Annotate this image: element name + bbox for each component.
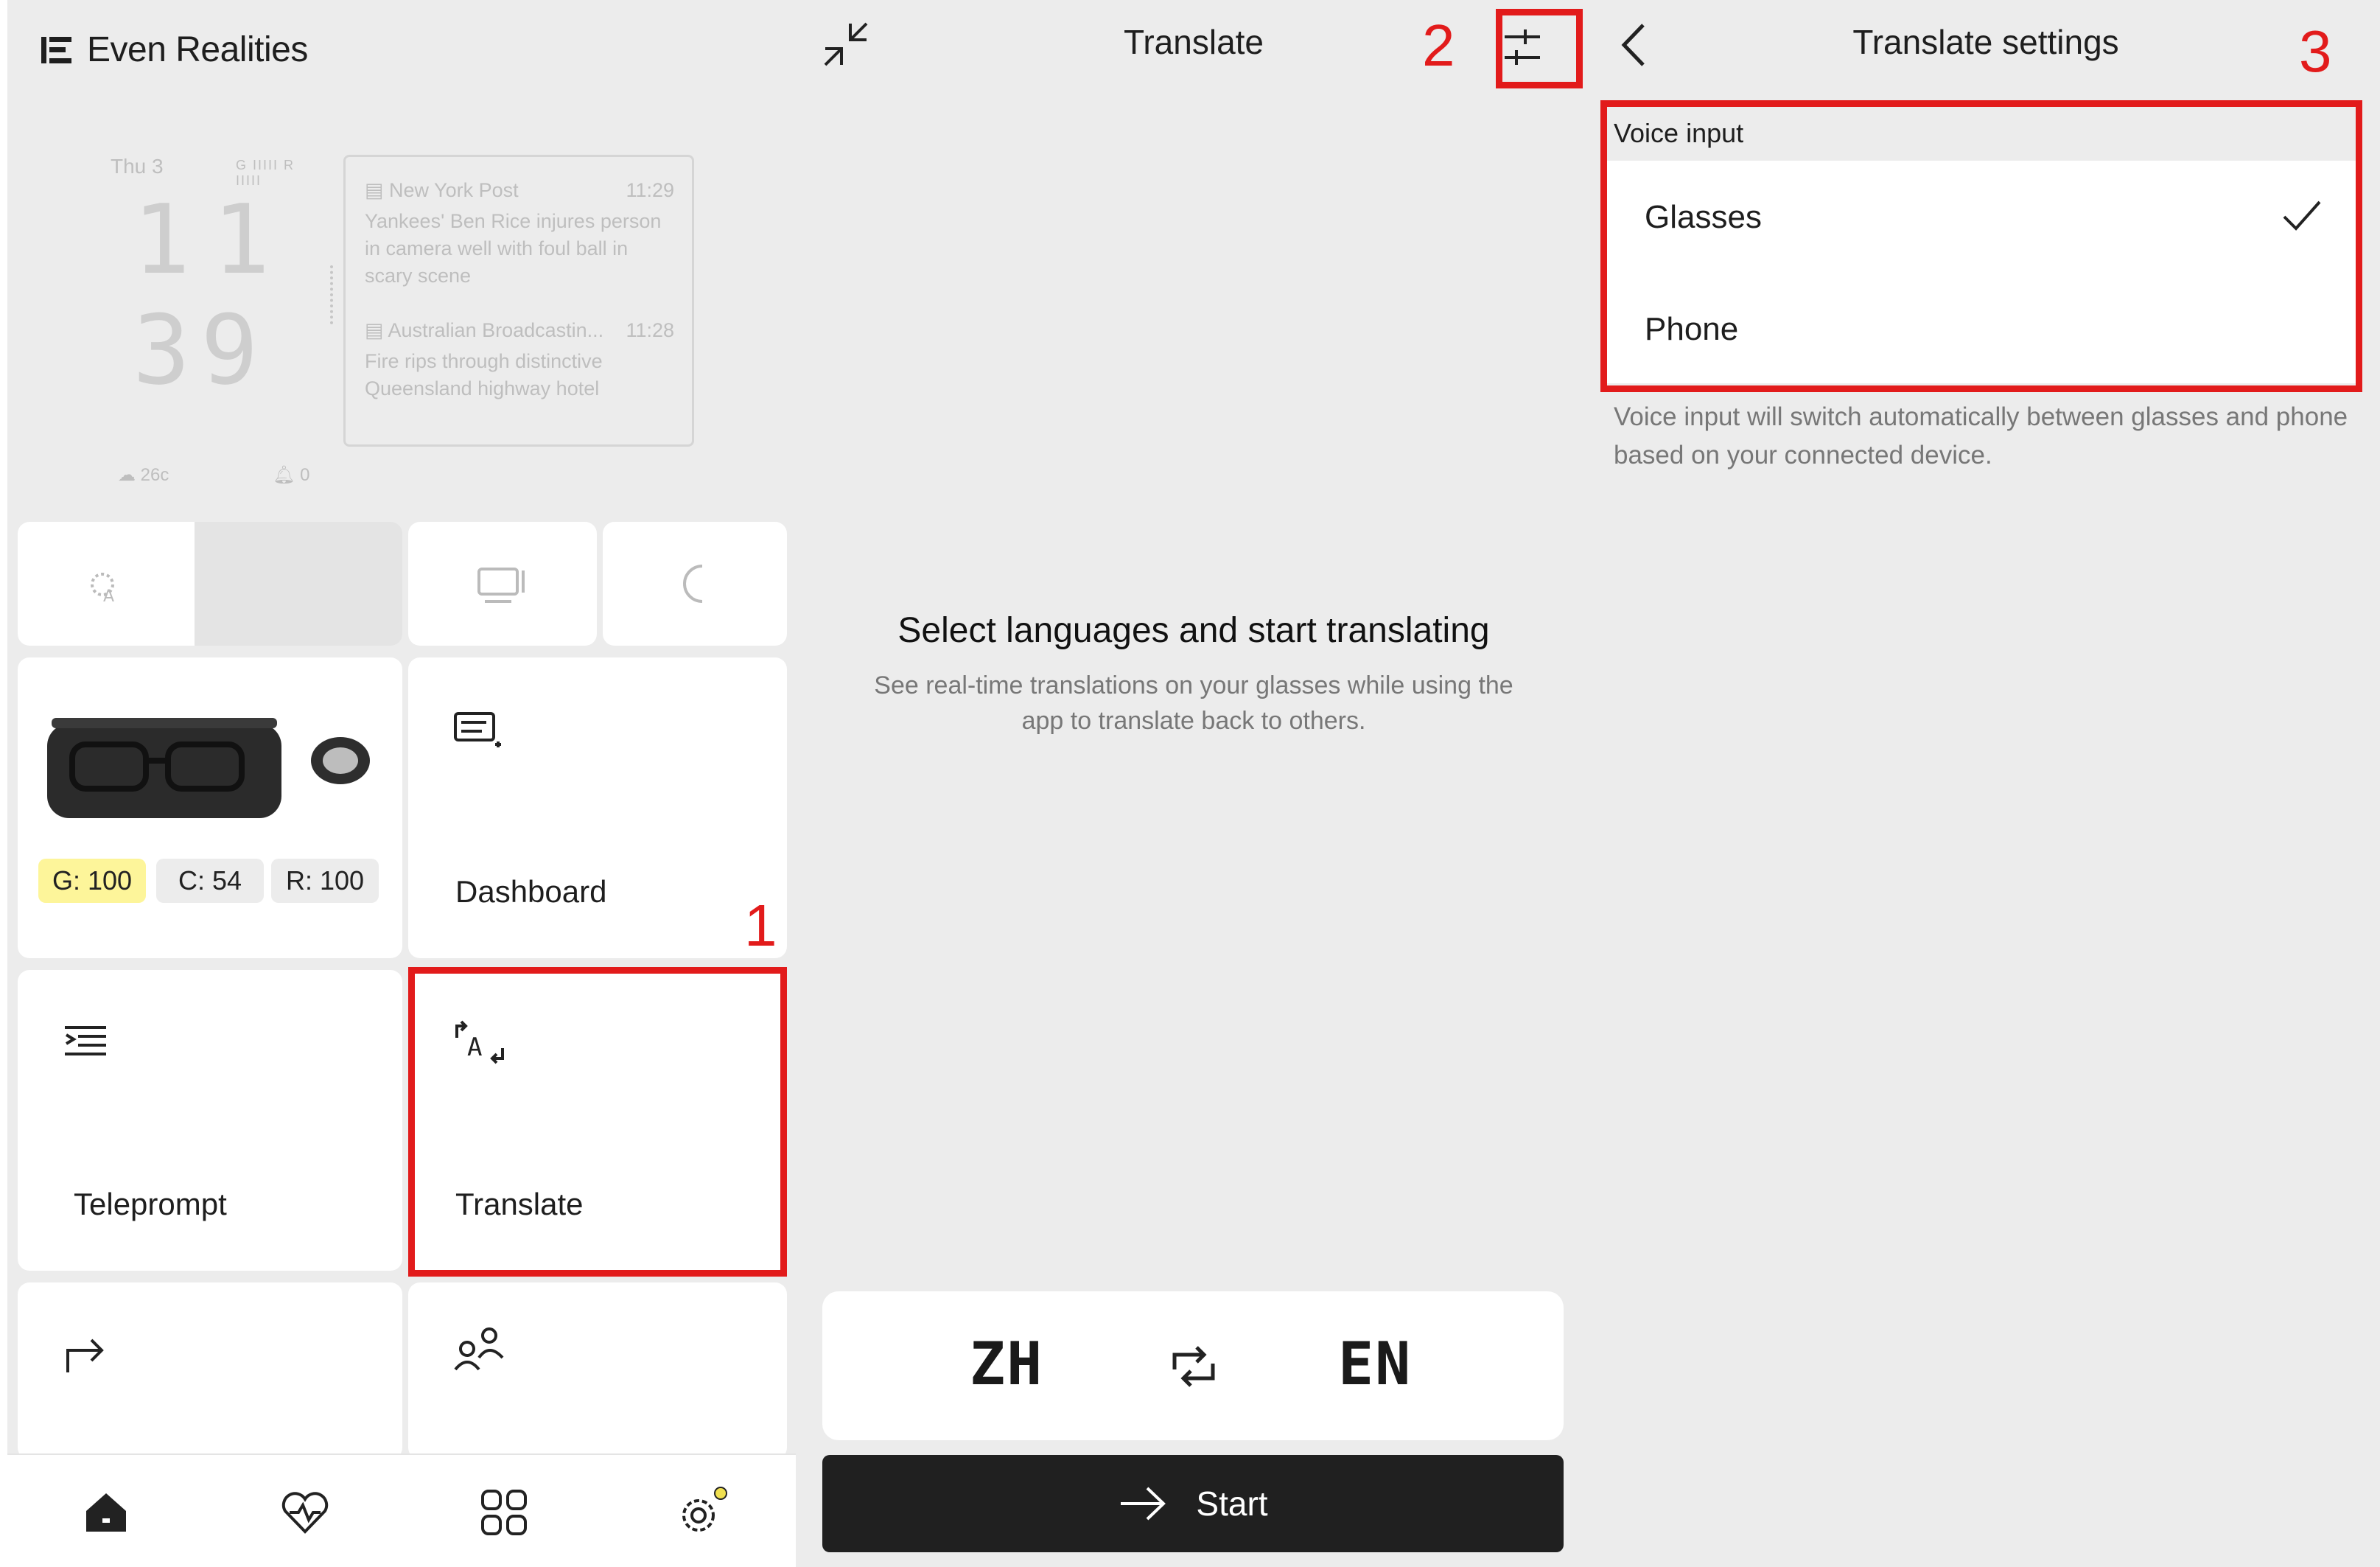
ring-battery-badge: R: 100 [271,859,379,903]
news-source-row: ▤ Australian Broadcastin... 11:28 [365,319,674,342]
home-icon [86,1493,126,1532]
moon-icon [683,565,703,603]
glasses-battery-badge: G: 100 [38,859,146,903]
health-icon [281,1492,329,1534]
dashboard-label: Dashboard [455,874,607,909]
even-logo-icon [41,36,71,63]
translate-settings-screen: Translate settings 3 Voice input Glasses… [1592,0,2380,1567]
empty-state-subtitle: See real-time translations on your glass… [874,671,1513,735]
start-label: Start [1196,1484,1268,1523]
news-source: ▤ New York Post [365,179,519,201]
apps-icon [481,1490,527,1535]
news-widget: ▤ New York Post 11:29 Yankees' Ben Rice … [343,155,694,447]
clock-minutes: 39 [133,294,269,406]
translate-title: Translate [1123,23,1264,61]
display-toggle-button[interactable] [408,522,597,646]
clock-date: Thu 3 [111,155,164,178]
brand-header: Even Realities [41,29,308,70]
teleprompt-label: Teleprompt [74,1187,227,1221]
news-headline: Fire rips through distinctive Queensland… [365,350,603,399]
notification-count: 0 [300,465,310,485]
brightness-toggle-group: A [18,522,402,646]
empty-state-heading: Select languages and start translating [897,611,1490,650]
voice-input-helper-text: Voice input will switch automatically be… [1614,402,2348,470]
people-icon [454,1327,504,1371]
news-source: ▤ Australian Broadcastin... [365,319,604,341]
start-button[interactable]: Start [822,1455,1564,1552]
teleprompt-icon [65,1026,106,1055]
news-item: ▤ Australian Broadcastin... 11:28 Fire r… [365,319,674,402]
step-number-2: 2 [1422,13,1455,78]
highlight-box-3 [1600,100,2362,392]
silent-mode-button[interactable] [603,522,787,646]
target-language-button[interactable]: EN [1338,1330,1412,1398]
nav-apps-button[interactable] [475,1483,533,1542]
news-time: 11:28 [626,319,674,341]
notification-readout: 🔔︎ 0 [273,465,310,485]
source-language-button[interactable]: ZH [970,1330,1043,1398]
news-time: 11:29 [626,179,674,201]
navigation-arrow-icon [66,1339,104,1372]
arrow-right-icon [1121,1487,1166,1521]
highlight-box-1 [408,967,787,1277]
home-screen: Even Realities Thu 3 G IIIII R IIIII 11 … [7,0,796,1564]
step-number-1: 1 [744,893,777,958]
ring-image [311,737,370,784]
nav-settings-button[interactable] [673,1483,732,1542]
news-item: ▤ New York Post 11:29 Yankees' Ben Rice … [365,179,674,290]
bottom-navigation [7,1453,796,1564]
settings-icon [682,1487,727,1532]
svg-text:A: A [103,587,114,606]
step-number-3: 3 [2299,18,2332,84]
auto-brightness-button[interactable]: A [18,522,195,646]
news-headline: Yankees' Ben Rice injures person in came… [365,210,662,287]
weather-readout: ☁ 26c [118,465,169,485]
swap-icon [1172,1346,1215,1387]
brand-name: Even Realities [87,30,308,69]
highlight-box-2 [1496,9,1583,88]
auto-brightness-icon: A [91,573,114,606]
glasses-preview-widget[interactable]: Thu 3 G IIIII R IIIII 11 39 ☁ 26c 🔔︎ 0 ▤… [7,111,796,494]
display-icon [477,568,525,603]
device-status-tile[interactable] [18,657,402,958]
case-battery-badge: C: 54 [156,859,264,903]
conversate-tile[interactable] [408,1282,787,1459]
dashboard-tile[interactable]: Dashboard [408,657,787,958]
drag-handle [330,265,337,324]
nav-health-button[interactable] [276,1483,335,1542]
navigation-tile[interactable] [18,1282,402,1459]
news-source-row: ▤ New York Post 11:29 [365,179,674,202]
translate-screen: Translate 2 Select languages and start t… [796,0,1592,1567]
glasses-case-image [47,718,281,818]
teleprompt-tile[interactable]: Teleprompt [18,970,402,1271]
settings-title: Translate settings [1852,23,2119,61]
clock-widget: Thu 3 G IIIII R IIIII 11 39 ☁ 26c 🔔︎ 0 [103,155,324,485]
dashboard-icon [454,712,501,747]
language-selector: ZH EN [822,1291,1564,1440]
clock-hours: 11 [133,184,293,296]
nav-home-button[interactable] [77,1483,136,1542]
swap-languages-button[interactable] [1167,1340,1220,1393]
weather-value: 26c [140,465,169,485]
